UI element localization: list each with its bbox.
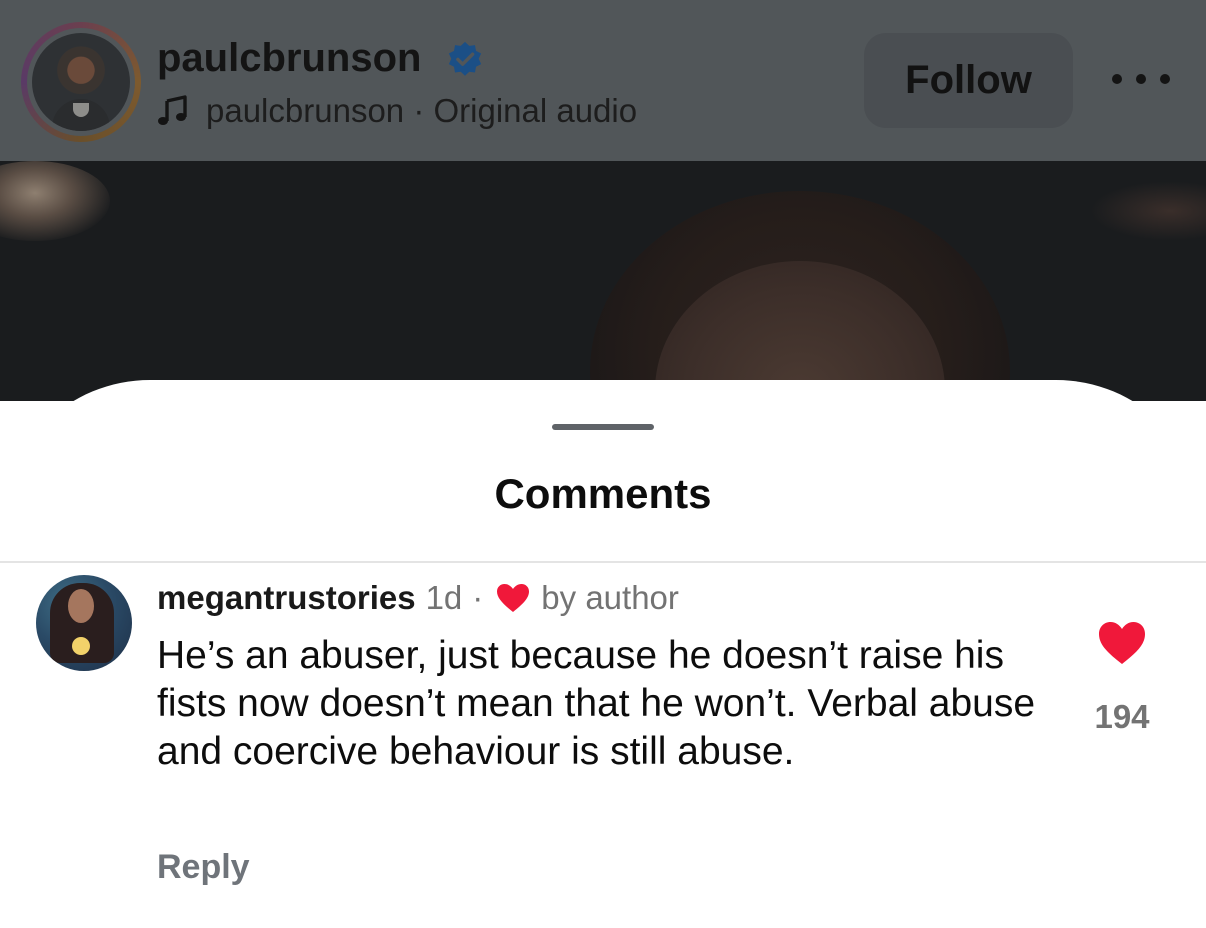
- comment-time: 1d: [425, 579, 463, 616]
- liked-by-author-label: by author: [541, 579, 679, 616]
- commenter-avatar[interactable]: [36, 575, 132, 671]
- more-options-icon[interactable]: [1112, 60, 1170, 98]
- more-dot: [1112, 74, 1122, 84]
- follow-button[interactable]: Follow: [864, 33, 1073, 128]
- profile-username[interactable]: paulcbrunson: [157, 36, 421, 81]
- divider: [0, 561, 1206, 563]
- verified-badge-icon: [448, 41, 482, 76]
- comment-text: He’s an abuser, just because he doesn’t …: [157, 634, 1036, 773]
- reel-video-background: [0, 161, 1206, 401]
- background-light: [0, 161, 110, 241]
- avatar-light: [72, 637, 90, 655]
- like-count: 194: [1094, 698, 1150, 735]
- more-dot: [1136, 74, 1146, 84]
- comments-title: Comments: [494, 470, 712, 517]
- more-dot: [1160, 74, 1170, 84]
- avatar-photo: [32, 33, 130, 131]
- reel-header: paulcbrunson paulcbrunson · Original aud…: [0, 0, 1206, 161]
- sheet-drag-handle[interactable]: [552, 424, 654, 430]
- music-note-icon: [158, 95, 187, 125]
- audio-info[interactable]: paulcbrunson · Original audio: [157, 90, 637, 132]
- comment-meta: megantrustories 1d · by author: [157, 578, 679, 618]
- heart-icon: [497, 584, 530, 612]
- reply-button[interactable]: Reply: [157, 848, 250, 887]
- commenter-username[interactable]: megantrustories: [157, 579, 416, 617]
- like-heart-icon[interactable]: [1097, 620, 1147, 666]
- profile-avatar[interactable]: [21, 22, 141, 142]
- avatar-ring-gap: [27, 28, 135, 136]
- background-light: [1090, 181, 1206, 241]
- meta-separator: ·: [472, 579, 484, 616]
- avatar-face: [68, 589, 94, 623]
- audio-label: paulcbrunson · Original audio: [206, 92, 638, 129]
